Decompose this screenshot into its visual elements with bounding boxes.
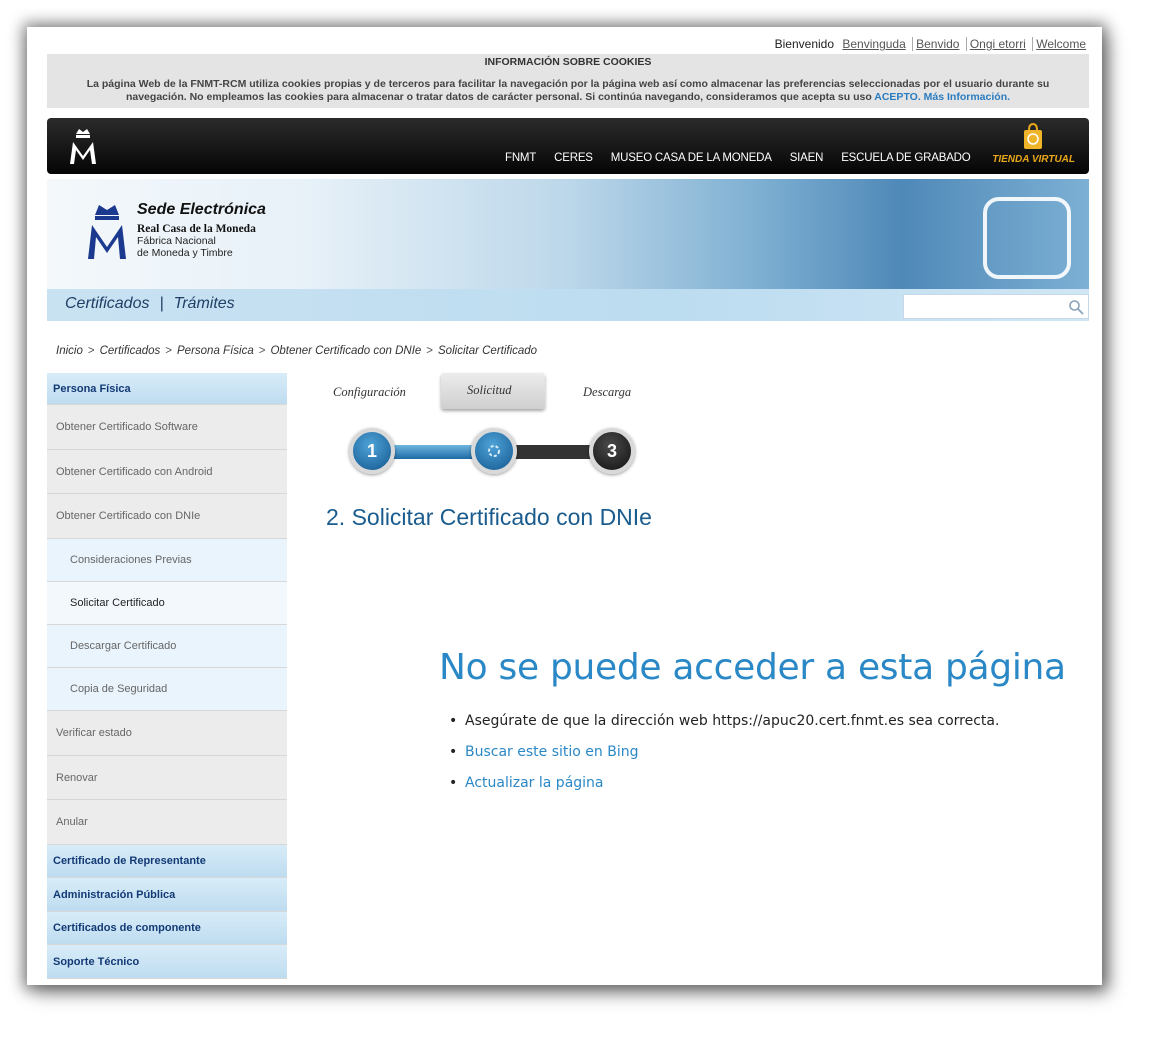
cookie-notice: INFORMACIÓN SOBRE COOKIES La página Web … — [47, 54, 1089, 108]
breadcrumb-separator-icon: > — [87, 345, 95, 357]
language-bar: Bienvenido Benvinguda Benvido Ongi etorr… — [773, 37, 1089, 51]
error-title: No se puede acceder a esta página — [439, 647, 1066, 688]
nav-item-fnmt[interactable]: FNMT — [505, 152, 536, 164]
breadcrumb-item[interactable]: Inicio — [56, 345, 83, 357]
breadcrumb-item[interactable]: Certificados — [100, 345, 161, 357]
nav-item-siaen[interactable]: SIAEN — [790, 152, 824, 164]
sidebar-item-label: Anular — [56, 816, 88, 828]
sidebar-item-consideraciones[interactable]: Consideraciones Previas — [47, 539, 287, 582]
sidebar-item-representante[interactable]: Certificado de Representante — [47, 845, 287, 878]
sidebar-item-label: Obtener Certificado con DNIe — [56, 510, 201, 522]
step-label-descarga: Descarga — [583, 385, 632, 399]
language-link-ca[interactable]: Benvinguda — [839, 37, 908, 51]
breadcrumb-item[interactable]: Obtener Certificado con DNIe — [270, 345, 421, 357]
nav-item-museo[interactable]: MUSEO CASA DE LA MONEDA — [611, 152, 772, 164]
sidebar-item-label: Certificados de componente — [53, 922, 201, 934]
search-input[interactable] — [903, 294, 1089, 319]
sidebar-item-certificado-dnie[interactable]: Obtener Certificado con DNIe — [47, 494, 287, 539]
sidebar-item-certificado-software[interactable]: Obtener Certificado Software — [47, 405, 287, 450]
search-bing-link[interactable]: Buscar este sitio en Bing — [449, 744, 999, 760]
step-dot-1: 1 — [349, 428, 395, 474]
sidebar-item-label: Soporte Técnico — [53, 955, 140, 968]
sub-nav-certificados[interactable]: Certificados — [65, 295, 149, 312]
step-dot-3: 3 — [589, 428, 635, 474]
step-label-solicitud: Solicitud — [467, 383, 512, 397]
sidebar-item-label: Copia de Seguridad — [70, 683, 168, 695]
breadcrumb-separator-icon: > — [165, 345, 173, 357]
brand-org: Real Casa de la Moneda — [137, 223, 256, 235]
brand-line-2: de Moneda y Timbre — [137, 247, 233, 259]
sidebar-item-componente[interactable]: Certificados de componente — [47, 912, 287, 945]
cookie-title: INFORMACIÓN SOBRE COOKIES — [484, 56, 652, 68]
step-label-configuracion: Configuración — [333, 385, 406, 399]
sidebar-item-renovar[interactable]: Renovar — [47, 756, 287, 800]
brand-line-1: Fábrica Nacional — [137, 235, 216, 247]
fnmt-logo-icon[interactable] — [67, 126, 99, 166]
breadcrumb-separator-icon: > — [258, 345, 266, 357]
step-dot-2 — [471, 428, 517, 474]
store-link[interactable]: TIENDA VIRTUAL — [992, 154, 1075, 165]
sidebar-item-administracion[interactable]: Administración Pública — [47, 878, 287, 912]
smartcard-chip-icon — [983, 197, 1071, 279]
sidebar-item-label: Obtener Certificado Software — [56, 421, 198, 433]
sidebar-item-label: Descargar Certificado — [70, 640, 177, 652]
top-navigation: FNMT CERES MUSEO CASA DE LA MONEDA SIAEN… — [47, 118, 1089, 174]
page-frame: Bienvenido Benvinguda Benvido Ongi etorr… — [27, 27, 1102, 985]
sidebar-item-label: Solicitar Certificado — [70, 597, 165, 609]
crown-logo-icon — [88, 205, 126, 259]
nav-item-ceres[interactable]: CERES — [554, 152, 593, 164]
breadcrumb: Inicio > Certificados > Persona Física > Obten… — [56, 345, 537, 357]
breadcrumb-item[interactable]: Persona Física — [177, 345, 254, 357]
sub-nav-tramites[interactable]: Trámites — [174, 295, 235, 312]
breadcrumb-current: Solicitar Certificado — [438, 345, 538, 357]
sidebar-item-descargar[interactable]: Descargar Certificado — [47, 625, 287, 668]
language-link-en[interactable]: Welcome — [1032, 37, 1089, 51]
search-icon[interactable] — [1068, 299, 1084, 315]
nav-item-escuela[interactable]: ESCUELA DE GRABADO — [841, 152, 971, 164]
sidebar-item-label: Administración Pública — [53, 888, 176, 901]
sidebar-item-soporte[interactable]: Soporte Técnico — [47, 945, 287, 979]
shopping-bag-icon[interactable] — [1022, 122, 1044, 150]
refresh-page-link[interactable]: Actualizar la página — [449, 775, 999, 791]
top-nav-menu: FNMT CERES MUSEO CASA DE LA MONEDA SIAEN… — [505, 152, 989, 164]
sidebar-item-verificar[interactable]: Verificar estado — [47, 711, 287, 756]
breadcrumb-separator-icon: > — [426, 345, 434, 357]
progress-steps: Configuración Solicitud Descarga 1 3 — [331, 373, 651, 483]
page-content: Bienvenido Benvinguda Benvido Ongi etorr… — [47, 27, 1089, 985]
brand-title: Sede Electrónica — [137, 201, 266, 218]
sidebar-item-label: Persona Física — [53, 382, 131, 395]
sidebar: Persona Física Obtener Certificado Softw… — [47, 373, 287, 979]
language-link-gl[interactable]: Benvido — [912, 37, 963, 51]
sub-nav-separator: | — [159, 295, 164, 312]
sub-navigation: Certificados | Trámites — [47, 289, 1089, 321]
error-suggestion-check-url: Asegúrate de que la dirección web https:… — [449, 713, 999, 729]
brand-text: Sede Electrónica Real Casa de la Moneda … — [137, 201, 266, 259]
sidebar-item-label: Obtener Certificado con Android — [56, 465, 213, 478]
language-link-eu[interactable]: Ongi etorri — [965, 37, 1029, 51]
sidebar-item-label: Certificado de Representante — [53, 855, 206, 867]
sidebar-item-label: Renovar — [56, 771, 98, 784]
cookie-body: La página Web de la FNMT-RCM utiliza coo… — [47, 78, 1089, 104]
error-suggestions: Asegúrate de que la dirección web https:… — [449, 713, 999, 806]
sidebar-item-solicitar[interactable]: Solicitar Certificado — [47, 582, 287, 625]
sidebar-item-anular[interactable]: Anular — [47, 800, 287, 845]
page-title: 2. Solicitar Certificado con DNIe — [326, 504, 652, 530]
sidebar-item-label: Consideraciones Previas — [70, 554, 192, 566]
sidebar-item-persona-fisica[interactable]: Persona Física — [47, 373, 287, 405]
site-banner: Sede Electrónica Real Casa de la Moneda … — [47, 179, 1089, 295]
sidebar-item-certificado-android[interactable]: Obtener Certificado con Android — [47, 450, 287, 494]
cookie-more-link[interactable]: Más Información. — [924, 91, 1010, 103]
sidebar-item-copia[interactable]: Copia de Seguridad — [47, 668, 287, 711]
loading-spinner-icon — [488, 445, 500, 457]
sidebar-item-label: Verificar estado — [56, 727, 132, 739]
cookie-accept-link[interactable]: ACEPTO. — [874, 91, 920, 103]
language-current: Bienvenido — [774, 37, 835, 51]
sub-nav-links: Certificados | Trámites — [65, 295, 235, 313]
